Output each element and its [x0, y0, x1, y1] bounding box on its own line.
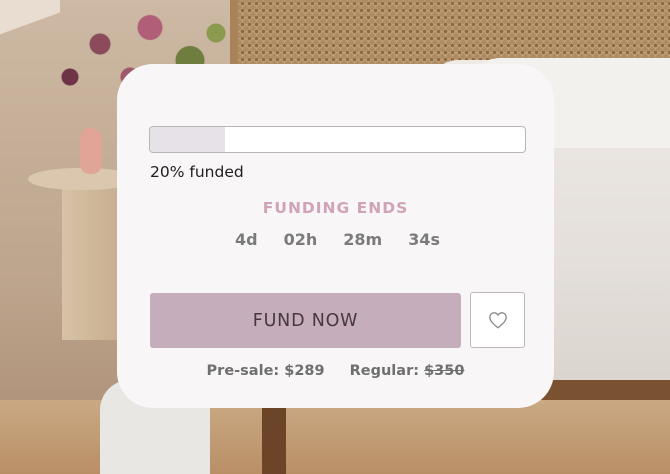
funding-ends-title: FUNDING ENDS: [262, 199, 409, 217]
countdown-seconds: 34s: [408, 230, 440, 249]
nightstand: [62, 180, 120, 340]
funding-card: 20% funded FUNDING ENDS 4d 02h 28m 34s F…: [117, 64, 554, 408]
regular-price-value: $350: [424, 363, 465, 379]
funding-progress-bar: [149, 126, 526, 153]
fund-now-button[interactable]: FUND NOW: [150, 293, 461, 348]
countdown-days: 4d: [235, 230, 258, 249]
regular-price-label: Regular:: [349, 363, 420, 379]
bed-leg: [262, 398, 286, 474]
countdown-hours: 02h: [283, 230, 318, 249]
funding-progress-fill: [150, 127, 225, 152]
countdown-timer: 4d 02h 28m 34s: [117, 230, 554, 249]
wishlist-button[interactable]: [470, 292, 525, 348]
presale-price: Pre-sale: $289: [206, 363, 325, 379]
funded-percentage: 20% funded: [150, 163, 244, 181]
price-summary: Pre-sale: $289 Regular: $350: [117, 363, 554, 379]
heart-icon: [488, 312, 507, 329]
regular-price-group: Regular: $350: [350, 363, 465, 379]
vase: [80, 128, 102, 174]
countdown-minutes: 28m: [343, 230, 383, 249]
